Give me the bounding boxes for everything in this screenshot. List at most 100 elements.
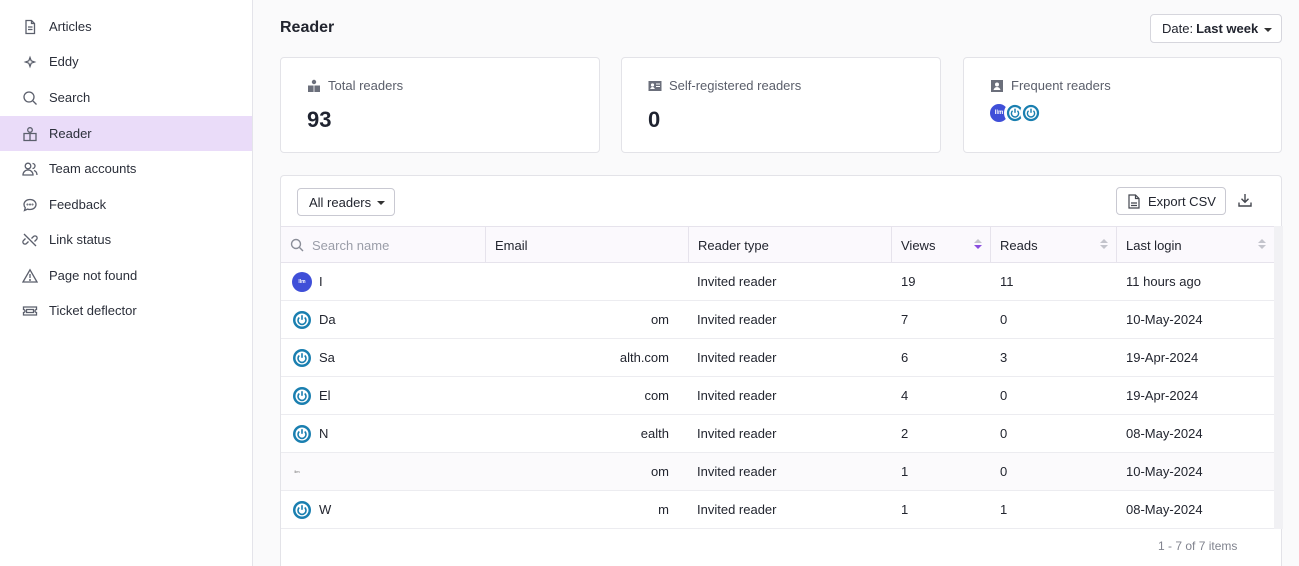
search-name-field[interactable]: Search name — [281, 227, 486, 263]
reader-name-cell[interactable]: llm I — [292, 263, 482, 300]
column-label: Email — [495, 237, 528, 253]
reader-name: El — [319, 388, 331, 403]
sidebar-item-label: Page not found — [49, 268, 138, 283]
sidebar-item-eddy[interactable]: Eddy — [0, 44, 252, 79]
sidebar-item-label: Link status — [49, 232, 112, 247]
reader-email: om — [650, 464, 669, 479]
caret-down-icon — [377, 201, 385, 205]
date-value: Last week — [1196, 21, 1259, 36]
last-login-cell: 08-May-2024 — [1126, 491, 1203, 528]
last-login-value: 10-May-2024 — [1126, 464, 1203, 479]
views-value: 6 — [901, 350, 909, 365]
table-row[interactable]: llm om Invited reader 1 0 10-May-2024 — [281, 453, 1274, 491]
stat-value: 93 — [307, 107, 332, 132]
table-scrollbar[interactable] — [1274, 226, 1283, 529]
reader-name-cell[interactable]: Sa — [292, 339, 482, 376]
ticket-icon — [22, 303, 38, 319]
last-login-cell: 08-May-2024 — [1126, 415, 1203, 452]
reader-type-cell: Invited reader — [697, 453, 777, 490]
avatar[interactable] — [1020, 102, 1042, 124]
sidebar-item-ticket-deflector[interactable]: Ticket deflector — [0, 293, 252, 328]
views-cell: 1 — [901, 453, 908, 490]
date-range-dropdown[interactable]: Date: Last week — [1150, 14, 1282, 43]
reader-name-cell[interactable]: W — [292, 491, 482, 528]
reader-name-cell[interactable]: N — [292, 415, 482, 452]
column-reads[interactable]: Reads — [991, 227, 1117, 263]
sort-icon[interactable] — [1100, 239, 1108, 251]
reader-email: m — [658, 502, 669, 517]
column-views[interactable]: Views — [892, 227, 991, 263]
table-row[interactable]: llm I Invited reader 19 11 11 hours ago — [281, 263, 1274, 301]
export-csv-button[interactable]: Export CSV — [1116, 187, 1226, 215]
reads-value: 3 — [1000, 350, 1008, 365]
reads-value: 0 — [1000, 312, 1008, 327]
column-last-login[interactable]: Last login — [1117, 227, 1274, 263]
sidebar-item-feedback[interactable]: Feedback — [0, 187, 252, 222]
last-login-value: 08-May-2024 — [1126, 426, 1203, 441]
sidebar-item-page-not-found[interactable]: Page not found — [0, 258, 252, 293]
reader-type-cell: Invited reader — [697, 339, 777, 376]
sidebar-item-reader[interactable]: Reader — [0, 116, 252, 151]
reader-email-cell: m — [486, 491, 669, 528]
reader-type: Invited reader — [697, 350, 777, 365]
avatar — [292, 309, 312, 330]
table-row[interactable]: El com Invited reader 4 0 19-Apr-2024 — [281, 377, 1274, 415]
reader-name-cell[interactable]: llm — [292, 453, 482, 490]
last-login-value: 19-Apr-2024 — [1126, 388, 1199, 403]
sidebar-item-label: Feedback — [49, 197, 107, 212]
views-cell: 2 — [901, 415, 908, 452]
reader-type: Invited reader — [697, 426, 777, 441]
views-value: 2 — [901, 426, 909, 441]
sort-icon[interactable] — [974, 239, 982, 251]
sidebar-item-articles[interactable]: Articles — [0, 9, 252, 44]
reads-cell: 3 — [1000, 339, 1007, 376]
reader-name: Da — [319, 312, 336, 327]
views-cell: 4 — [901, 377, 908, 414]
frequent-readers-avatars: llm — [988, 102, 1042, 124]
views-cell: 19 — [901, 263, 915, 300]
avatar — [292, 499, 312, 520]
views-cell: 7 — [901, 301, 908, 338]
table-row[interactable]: Nealth Invited reader 2 0 08-May-2024 — [281, 415, 1274, 453]
sidebar-item-team-accounts[interactable]: Team accounts — [0, 151, 252, 186]
sidebar-item-label: Reader — [49, 126, 92, 141]
pagination-info: 1 - 7 of 7 items — [1158, 539, 1238, 553]
column-label: Reads — [1000, 237, 1038, 253]
stat-label: Frequent readers — [1011, 78, 1111, 93]
reads-value: 1 — [1000, 502, 1008, 517]
search-icon — [290, 238, 304, 252]
reads-cell: 0 — [1000, 301, 1007, 338]
reader-type-cell: Invited reader — [697, 491, 777, 528]
reader-name-cell[interactable]: El — [292, 377, 482, 414]
id-card-icon — [648, 79, 662, 93]
views-value: 4 — [901, 388, 909, 403]
frequent-reader-icon — [990, 79, 1004, 93]
csv-file-icon — [1128, 193, 1140, 209]
reader-name: W — [319, 502, 332, 517]
reads-value: 0 — [1000, 464, 1008, 479]
stat-label: Self-registered readers — [669, 78, 802, 93]
sort-icon[interactable] — [1258, 239, 1266, 251]
sidebar-item-label: Team accounts — [49, 161, 137, 176]
last-login-cell: 10-May-2024 — [1126, 301, 1203, 338]
sidebar-item-label: Eddy — [49, 54, 79, 69]
reader-email-cell: com — [486, 377, 669, 414]
sidebar-item-search[interactable]: Search — [0, 80, 252, 115]
reader-filter-dropdown[interactable]: All readers — [297, 188, 395, 216]
reader-type: Invited reader — [697, 388, 777, 403]
views-cell: 1 — [901, 491, 908, 528]
reader-type: Invited reader — [697, 464, 777, 479]
table-row[interactable]: Sa alth.com Invited reader 6 3 19-Apr-2024 — [281, 339, 1274, 377]
download-button[interactable] — [1237, 192, 1255, 210]
reader-name-cell[interactable]: Da — [292, 301, 482, 338]
column-label: Last login — [1126, 237, 1182, 253]
power-icon — [1022, 104, 1040, 122]
sidebar-item-label: Ticket deflector — [49, 303, 137, 318]
date-prefix: Date: — [1162, 21, 1194, 36]
sidebar-item-link-status[interactable]: Link status — [0, 222, 252, 257]
table-row[interactable]: Wm Invited reader 1 1 08-May-2024 — [281, 491, 1274, 529]
reader-email: com — [644, 388, 669, 403]
views-cell: 6 — [901, 339, 908, 376]
self-registered-readers-card: Self-registered readers 0 — [621, 57, 941, 153]
table-row[interactable]: Da om Invited reader 7 0 10-May-2024 — [281, 301, 1274, 339]
